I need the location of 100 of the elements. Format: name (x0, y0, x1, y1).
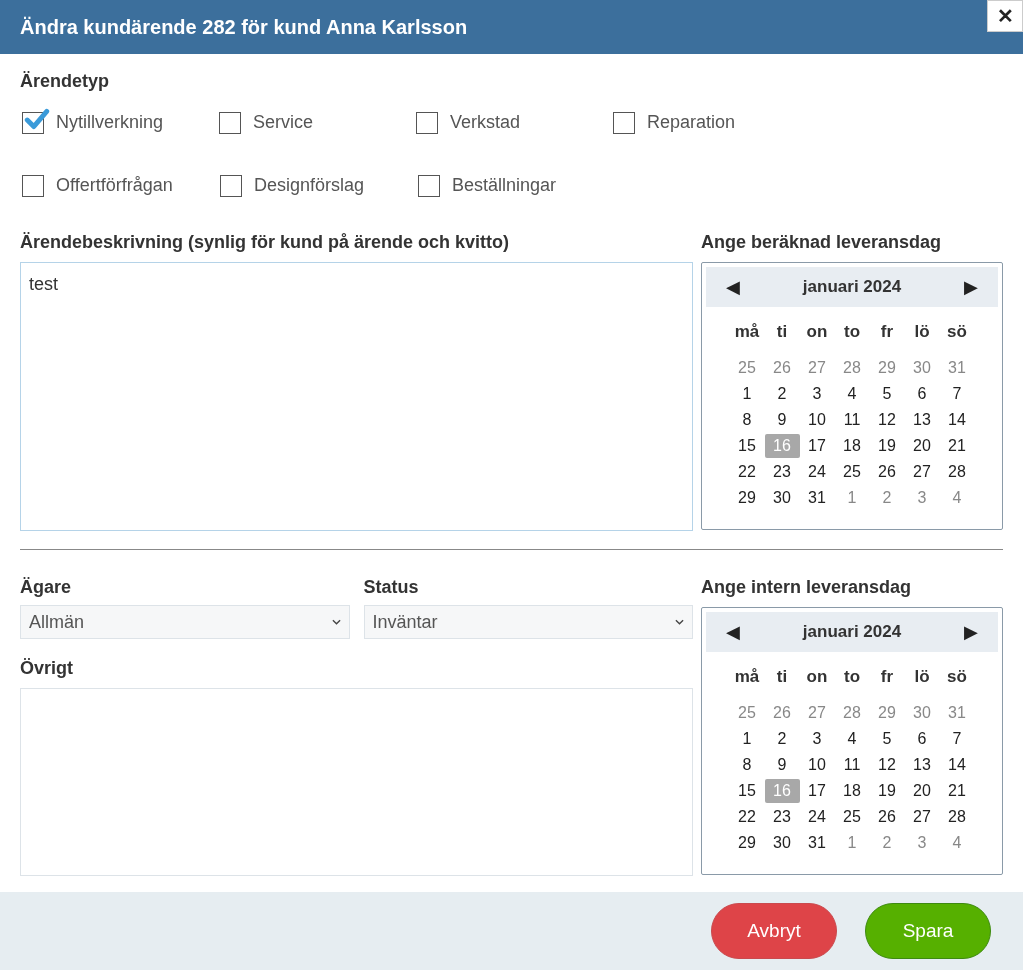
day-button[interactable]: 20 (904, 434, 940, 458)
day-button[interactable]: 1 (729, 727, 765, 751)
day-button[interactable]: 4 (834, 727, 870, 751)
day-button[interactable]: 2 (764, 727, 800, 751)
day-button[interactable]: 30 (764, 486, 800, 510)
day-button[interactable]: 1 (834, 831, 870, 855)
day-button[interactable]: 27 (799, 701, 835, 725)
day-button[interactable]: 29 (869, 356, 905, 380)
day-button[interactable]: 4 (834, 382, 870, 406)
day-button[interactable]: 12 (869, 408, 905, 432)
day-button[interactable]: 2 (764, 382, 800, 406)
day-button[interactable]: 8 (729, 753, 765, 777)
day-button[interactable]: 26 (869, 805, 905, 829)
day-button[interactable]: 13 (904, 408, 940, 432)
dropdown[interactable]: Allmän (20, 605, 350, 639)
chevron-down-icon (331, 619, 341, 625)
day-button[interactable]: 31 (799, 486, 835, 510)
day-button[interactable]: 25 (834, 460, 870, 484)
day-button[interactable]: 31 (939, 701, 975, 725)
day-button[interactable]: 19 (869, 779, 905, 803)
day-button[interactable]: 26 (869, 460, 905, 484)
day-button[interactable]: 27 (904, 460, 940, 484)
day-button[interactable]: 28 (834, 356, 870, 380)
day-button[interactable]: 12 (869, 753, 905, 777)
day-button[interactable]: 9 (764, 753, 800, 777)
next-month-button[interactable]: ▶ (964, 273, 978, 301)
cancel-button[interactable]: Avbryt (711, 903, 837, 959)
day-button[interactable]: 29 (869, 701, 905, 725)
day-button[interactable]: 28 (834, 701, 870, 725)
day-button[interactable]: 3 (904, 831, 940, 855)
day-button[interactable]: 22 (729, 805, 765, 829)
day-button[interactable]: 27 (904, 805, 940, 829)
day-button[interactable]: 2 (869, 486, 905, 510)
day-button[interactable]: 19 (869, 434, 905, 458)
day-button[interactable]: 30 (764, 831, 800, 855)
day-button[interactable]: 23 (764, 805, 800, 829)
field-label: Ange beräknad leveransdag (701, 231, 943, 254)
previous-month-button[interactable]: ◀ (726, 273, 740, 301)
day-button[interactable]: 30 (904, 356, 940, 380)
description-textarea[interactable]: test (20, 262, 693, 531)
field-label: Status (363, 576, 420, 599)
day-button[interactable]: 24 (799, 460, 835, 484)
dropdown[interactable]: Inväntar (363, 605, 693, 639)
day-button[interactable]: 2 (869, 831, 905, 855)
day-button[interactable]: 7 (939, 382, 975, 406)
day-button[interactable]: 13 (904, 753, 940, 777)
day-button[interactable]: 17 (799, 779, 835, 803)
day-button[interactable]: 18 (834, 779, 870, 803)
weekday-label: to (842, 321, 861, 343)
day-button[interactable]: 18 (834, 434, 870, 458)
day-button[interactable]: 14 (939, 408, 975, 432)
day-button[interactable]: 10 (799, 753, 835, 777)
day-button[interactable]: 24 (799, 805, 835, 829)
day-button[interactable]: 21 (939, 434, 975, 458)
day-button[interactable]: 9 (764, 408, 800, 432)
day-button[interactable]: 21 (939, 779, 975, 803)
day-button[interactable]: 3 (799, 727, 835, 751)
day-button[interactable]: 28 (939, 460, 975, 484)
day-button[interactable]: 20 (904, 779, 940, 803)
day-button[interactable]: 27 (799, 356, 835, 380)
day-button[interactable]: 8 (729, 408, 765, 432)
day-button[interactable]: 5 (869, 382, 905, 406)
day-button[interactable]: 31 (799, 831, 835, 855)
day-button[interactable]: 11 (834, 753, 870, 777)
chevron-down-icon (675, 619, 684, 625)
day-button[interactable]: 17 (799, 434, 835, 458)
day-button[interactable]: 4 (939, 831, 975, 855)
day-button[interactable]: 25 (729, 701, 765, 725)
day-button[interactable]: 7 (939, 727, 975, 751)
close-button[interactable]: ✕ (987, 0, 1023, 32)
day-button[interactable]: 1 (834, 486, 870, 510)
weekday-label: to (842, 666, 861, 688)
day-button[interactable]: 1 (729, 382, 765, 406)
day-button[interactable]: 25 (729, 356, 765, 380)
day-button[interactable]: 29 (729, 831, 765, 855)
day-button[interactable]: 22 (729, 460, 765, 484)
day-button[interactable]: 15 (729, 434, 765, 458)
day-button[interactable]: 26 (764, 701, 800, 725)
day-button[interactable]: 6 (904, 727, 940, 751)
day-button[interactable]: 25 (834, 805, 870, 829)
previous-month-button[interactable]: ◀ (726, 618, 740, 646)
day-button[interactable]: 15 (729, 779, 765, 803)
checkbox-label: Service (253, 111, 314, 134)
day-button[interactable]: 3 (904, 486, 940, 510)
day-button[interactable]: 6 (904, 382, 940, 406)
day-button[interactable]: 5 (869, 727, 905, 751)
day-button[interactable]: 26 (764, 356, 800, 380)
day-button[interactable]: 31 (939, 356, 975, 380)
day-button[interactable]: 29 (729, 486, 765, 510)
day-button[interactable]: 14 (939, 753, 975, 777)
day-button[interactable]: 4 (939, 486, 975, 510)
next-month-button[interactable]: ▶ (964, 618, 978, 646)
day-button[interactable]: 3 (799, 382, 835, 406)
field-label: Övrigt (20, 657, 74, 680)
month-title: januari 2024 (802, 621, 902, 644)
day-button[interactable]: 10 (799, 408, 835, 432)
day-button[interactable]: 30 (904, 701, 940, 725)
day-button[interactable]: 23 (764, 460, 800, 484)
day-button[interactable]: 11 (834, 408, 870, 432)
day-button[interactable]: 28 (939, 805, 975, 829)
